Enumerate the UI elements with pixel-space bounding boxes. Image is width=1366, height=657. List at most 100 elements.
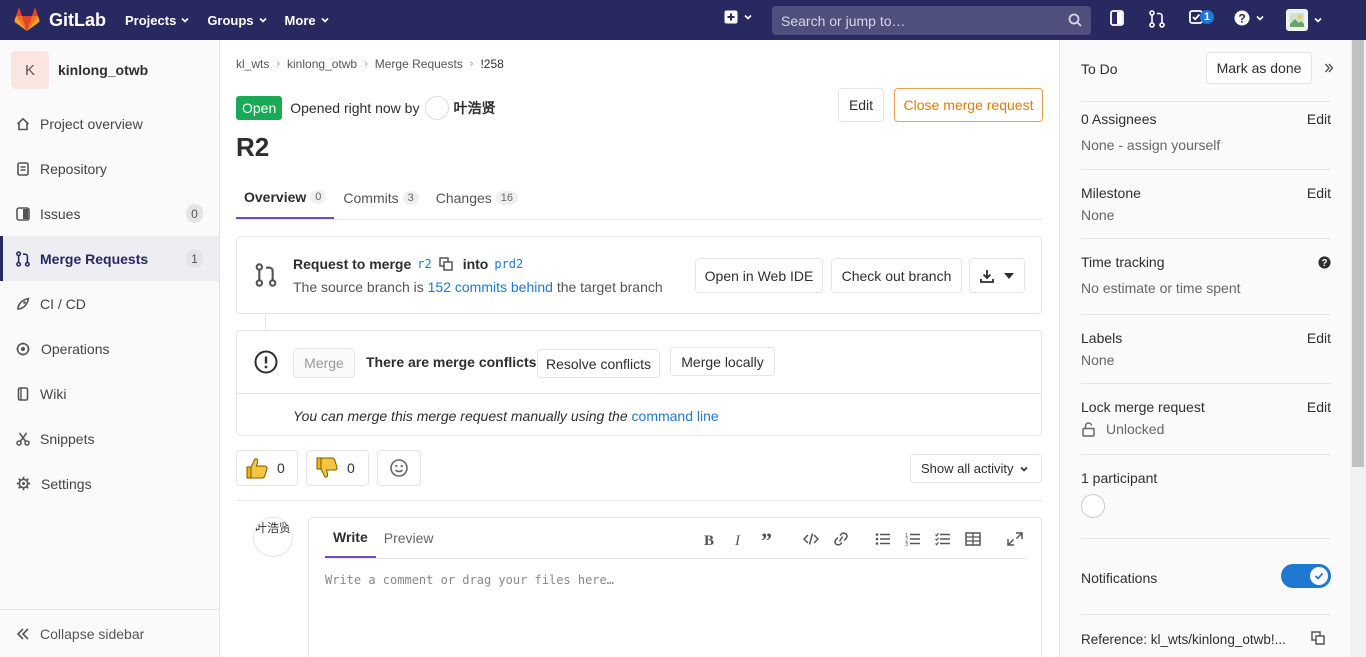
source-branch[interactable]: r2 <box>417 257 431 271</box>
lock-value: Unlocked <box>1106 421 1165 437</box>
bullet-list-icon[interactable] <box>875 532 891 546</box>
sidebar-item-snippets[interactable]: Snippets <box>0 416 219 461</box>
task-list-icon[interactable] <box>935 532 951 546</box>
brand-name: GitLab <box>49 9 106 30</box>
breadcrumb-project[interactable]: kinlong_otwb <box>287 57 357 71</box>
labels-edit-link[interactable]: Edit <box>1307 330 1331 346</box>
merge-requests-nav-icon[interactable] <box>1149 10 1165 28</box>
status-badge: Open <box>236 96 283 120</box>
thumbs-down-button[interactable]: 0 <box>306 450 369 486</box>
table-icon[interactable] <box>965 532 981 546</box>
page-scrollbar[interactable] <box>1350 40 1366 657</box>
nav-more[interactable]: More <box>285 13 330 28</box>
help-dropdown[interactable]: ? <box>1234 10 1265 26</box>
labels-value: None <box>1081 352 1115 368</box>
tab-changes[interactable]: Changes 16 <box>428 176 526 219</box>
thumbs-up-count: 0 <box>277 460 285 476</box>
sidebar-item-wiki[interactable]: Wiki <box>0 371 219 416</box>
notifications-toggle[interactable] <box>1281 564 1331 588</box>
search-input[interactable]: Search or jump to… <box>772 6 1091 35</box>
sidebar-item-label: Repository <box>40 160 107 177</box>
merge-button[interactable]: Merge <box>293 348 355 378</box>
behind-prefix: The source branch is <box>293 279 424 295</box>
nav-projects[interactable]: Projects <box>125 13 190 28</box>
chevron-down-icon <box>258 17 267 23</box>
copy-icon[interactable] <box>1311 631 1325 645</box>
numbered-list-icon[interactable]: 123 <box>905 532 921 546</box>
commits-behind-link[interactable]: 152 commits behind <box>428 279 553 295</box>
project-avatar: K <box>11 51 49 89</box>
check-out-branch-button[interactable]: Check out branch <box>831 258 962 293</box>
double-chevron-right-icon[interactable] <box>1324 63 1334 73</box>
bold-icon[interactable]: B <box>702 532 716 548</box>
tab-preview[interactable]: Preview <box>376 518 442 558</box>
thumbs-up-button[interactable]: 0 <box>236 450 298 486</box>
todos-nav[interactable]: 1 <box>1189 10 1215 24</box>
open-in-web-ide-button[interactable]: Open in Web IDE <box>695 258 823 293</box>
sidebar-item-label: Operations <box>41 340 110 357</box>
sidebar-item-project-overview[interactable]: Project overview <box>0 101 219 146</box>
warning-icon <box>254 350 278 374</box>
quote-icon[interactable]: ” <box>761 532 777 548</box>
sidebar-item-ci-cd[interactable]: CI / CD <box>0 281 219 326</box>
caret-down-icon <box>1004 272 1014 279</box>
tab-commits[interactable]: Commits 3 <box>335 176 426 219</box>
participant-avatar[interactable] <box>1081 494 1105 518</box>
commenter-avatar[interactable]: 叶浩贤 <box>253 517 293 557</box>
top-navbar: GitLab Projects Groups More Search or ju… <box>0 0 1366 40</box>
download-dropdown-button[interactable] <box>969 258 1025 293</box>
italic-icon[interactable]: I <box>732 532 746 548</box>
sidebar-item-settings[interactable]: Settings <box>0 461 219 506</box>
nav-groups[interactable]: Groups <box>207 13 267 28</box>
target-branch[interactable]: prd2 <box>494 257 523 271</box>
merge-locally-button[interactable]: Merge locally <box>670 347 775 376</box>
activity-filter-dropdown[interactable]: Show all activity <box>910 454 1042 483</box>
tab-overview[interactable]: Overview 0 <box>236 176 335 219</box>
copy-icon[interactable] <box>438 257 453 271</box>
gitlab-logo-icon <box>14 8 40 32</box>
issues-count-badge: 0 <box>186 204 203 223</box>
milestone-edit-link[interactable]: Edit <box>1307 185 1331 201</box>
sidebar-toggle-icon[interactable] <box>1110 10 1124 26</box>
breadcrumb-current[interactable]: !258 <box>480 57 503 71</box>
breadcrumb-merge-requests[interactable]: Merge Requests <box>375 57 463 71</box>
chevron-down-icon <box>1256 15 1264 21</box>
sidebar-item-merge-requests[interactable]: Merge Requests 1 <box>0 236 219 281</box>
mark-as-done-button[interactable]: Mark as done <box>1206 52 1312 84</box>
edit-button[interactable]: Edit <box>838 88 884 122</box>
lock-edit-link[interactable]: Edit <box>1307 399 1331 415</box>
todo-label: To Do <box>1081 61 1118 77</box>
user-menu[interactable] <box>1286 9 1323 31</box>
new-dropdown[interactable] <box>724 10 753 24</box>
close-merge-request-button[interactable]: Close merge request <box>894 88 1043 122</box>
resolve-conflicts-button[interactable]: Resolve conflicts <box>537 349 660 378</box>
scrollbar-thumb[interactable] <box>1352 40 1364 467</box>
sidebar-item-repository[interactable]: Repository <box>0 146 219 191</box>
add-reaction-button[interactable] <box>377 450 421 486</box>
collapse-sidebar-button[interactable]: Collapse sidebar <box>0 609 219 657</box>
assign-yourself-link[interactable]: assign yourself <box>1127 137 1220 153</box>
comment-textarea[interactable]: Write a comment or drag your files here… <box>325 573 614 587</box>
smiley-icon <box>390 459 408 477</box>
project-header[interactable]: K kinlong_otwb <box>0 40 219 100</box>
command-line-link[interactable]: command line <box>632 408 719 424</box>
sidebar-item-operations[interactable]: Operations <box>0 326 219 371</box>
author-avatar[interactable] <box>425 96 450 120</box>
chevron-down-icon <box>744 14 752 20</box>
breadcrumb-group[interactable]: kl_wts <box>236 57 269 71</box>
reference-block: Reference: kl_wts/kinlong_otwb!... <box>1081 615 1331 657</box>
tab-write[interactable]: Write <box>325 518 376 558</box>
gitlab-home-link[interactable]: GitLab <box>14 8 106 32</box>
svg-text:?: ? <box>1238 12 1245 26</box>
svg-text:?: ? <box>1322 258 1328 269</box>
link-icon[interactable] <box>833 532 849 546</box>
fullscreen-icon[interactable] <box>1007 532 1023 546</box>
sidebar-item-label: Settings <box>41 475 92 492</box>
author-name[interactable]: 叶浩贤 <box>453 98 495 118</box>
comment-editor: Write Preview B I ” 123 Write a comment … <box>308 517 1042 657</box>
sidebar-item-issues[interactable]: Issues 0 <box>0 191 219 236</box>
behind-suffix: the target branch <box>556 279 663 295</box>
code-icon[interactable] <box>803 532 819 546</box>
assignees-edit-link[interactable]: Edit <box>1307 111 1331 127</box>
help-icon[interactable]: ? <box>1318 256 1331 269</box>
